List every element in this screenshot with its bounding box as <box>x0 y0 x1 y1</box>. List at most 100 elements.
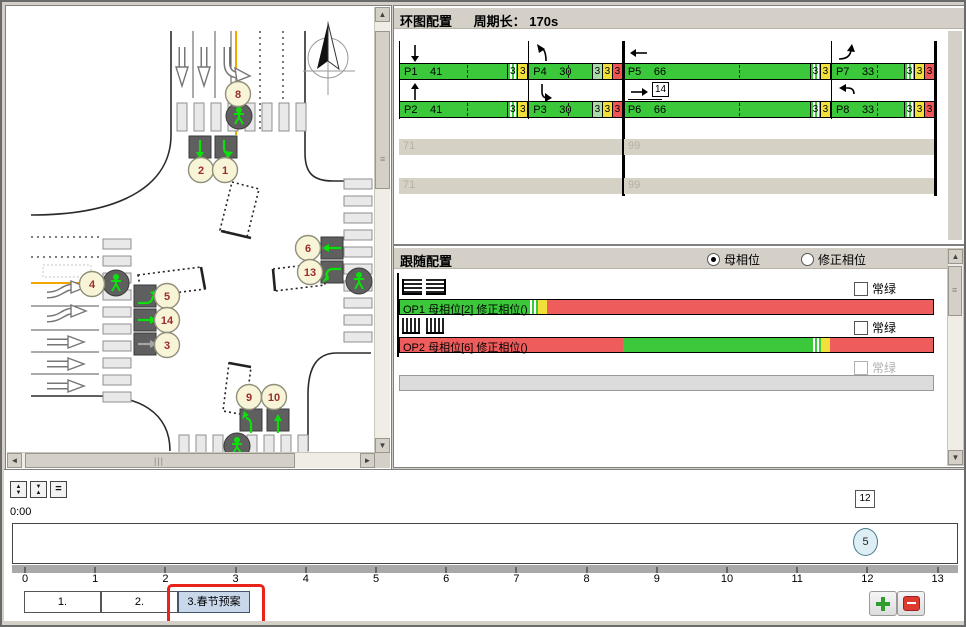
phase-bar-p2[interactable]: P24133 <box>399 101 528 118</box>
collapse-rows-button[interactable]: ▼▲ <box>30 481 47 498</box>
radio-selected-icon[interactable] <box>707 253 720 266</box>
phase-segment-flash[interactable]: 3 <box>507 102 517 117</box>
signal-number-4: 4 <box>89 279 96 291</box>
timeline-track[interactable] <box>12 523 958 564</box>
crosswalk-vertical-icon <box>426 318 444 334</box>
phase-bar-p1[interactable]: P14133 <box>399 63 528 80</box>
p6-underline <box>628 99 662 100</box>
inactive-ring-segment: 99 <box>624 139 934 155</box>
phase-segment-yellow[interactable]: 3 <box>602 102 612 117</box>
phase-bar-p8[interactable]: P833333 <box>831 101 935 118</box>
ring-panel-title: 环图配置 <box>400 14 452 29</box>
equalize-button[interactable]: = <box>50 481 67 498</box>
follow-vscroll-thumb[interactable]: ≡ <box>948 266 962 316</box>
radio-mother-phase-label: 母相位 <box>724 251 760 268</box>
cycle-length-label: 周期长： <box>474 14 526 29</box>
phase-bar-p6[interactable]: P66633 <box>623 101 831 118</box>
scroll-left-icon[interactable]: ◄ <box>7 453 22 468</box>
phase-segment-red[interactable]: 3 <box>924 64 934 79</box>
checkbox-icon[interactable] <box>854 321 868 335</box>
inactive-ring-segment: 71 <box>399 139 622 155</box>
radio-unselected-icon[interactable] <box>801 253 814 266</box>
evergreen-label: 常绿 <box>872 280 896 297</box>
phase-segment-yellow[interactable]: 3 <box>517 64 527 79</box>
scale-label-11: 11 <box>791 573 802 585</box>
phase-segment-yellow[interactable]: 3 <box>914 64 924 79</box>
phase-segment-yellow[interactable]: 3 <box>820 102 830 117</box>
scale-label-10: 10 <box>721 573 733 585</box>
scroll-right-icon[interactable]: ► <box>360 453 375 468</box>
phase-segment-flash[interactable]: 3 <box>904 64 914 79</box>
intersection-map[interactable]: 82145143613910 <box>7 7 375 453</box>
scroll-down-icon[interactable]: ▼ <box>948 450 963 465</box>
scale-label-2: 2 <box>162 573 168 585</box>
follow-panel-header: 跟随配置 <box>394 248 966 269</box>
phase-bar-p7[interactable]: P733333 <box>831 63 935 80</box>
phase-arrow-p7-turn-icon <box>836 42 858 64</box>
phase-segment-pale[interactable]: 3 <box>592 64 602 79</box>
annotation-highlight-box <box>167 584 265 626</box>
phase-bar-p3[interactable]: P330333 <box>528 101 623 118</box>
crosswalk-east <box>344 179 372 342</box>
checkbox-icon[interactable] <box>854 282 868 296</box>
signal-number-9: 9 <box>246 392 252 404</box>
remove-plan-button[interactable] <box>897 591 925 616</box>
radio-corrected-phase[interactable]: 修正相位 <box>801 251 866 268</box>
radio-corrected-phase-label: 修正相位 <box>818 251 866 268</box>
phase-segment-flash[interactable]: 3 <box>810 64 820 79</box>
follow-vertical-scrollbar[interactable]: ▲ ≡ ▼ <box>947 248 964 466</box>
scroll-down-icon[interactable]: ▼ <box>375 438 390 453</box>
evergreen-checkbox-1[interactable]: 常绿 <box>854 280 896 297</box>
evergreen-checkbox-2[interactable]: 常绿 <box>854 319 896 336</box>
timeline-marker-circle[interactable]: 5 <box>853 528 878 556</box>
op-segment-yellow <box>821 338 830 352</box>
ring-separator <box>831 41 832 119</box>
phase-segment-pale[interactable]: 3 <box>592 102 602 117</box>
ring-panel-right-strip <box>948 31 962 240</box>
scroll-up-icon[interactable]: ▲ <box>948 249 963 264</box>
phase-segment-flash[interactable]: 3 <box>904 102 914 117</box>
op2-follow-bar[interactable]: OP2 母相位[6] 修正相位() <box>399 337 934 353</box>
phase-arrow-p1-down-icon <box>404 42 426 64</box>
phase-bar-p4[interactable]: P430333 <box>528 63 623 80</box>
signal-number-10: 10 <box>268 392 280 404</box>
scroll-up-icon[interactable]: ▲ <box>375 7 390 22</box>
evergreen-label: 常绿 <box>872 359 896 376</box>
op1-follow-bar[interactable]: OP1 母相位[2] 修正相位() <box>399 299 934 315</box>
phase-segment-flash[interactable]: 3 <box>507 64 517 79</box>
timeline-ruler-strip[interactable] <box>12 565 958 573</box>
stop-lines <box>201 231 275 367</box>
phase-segment-yellow[interactable]: 3 <box>517 102 527 117</box>
phase-segment-red[interactable]: 3 <box>612 64 622 79</box>
phase-segment-flash[interactable]: 3 <box>810 102 820 117</box>
phase-segment-red[interactable]: 3 <box>924 102 934 117</box>
barrier-line <box>622 41 625 196</box>
phase-segment-yellow[interactable]: 3 <box>914 102 924 117</box>
map-horizontal-scrollbar[interactable]: ◄ ||| ► <box>7 452 375 468</box>
app-window: 82145143613910 ▲ ≡ ▼ ◄ ||| ► 环图配置 周期长： 1… <box>0 0 966 627</box>
map-hscroll-thumb[interactable]: ||| <box>25 453 295 468</box>
phase-segment-yellow[interactable]: 3 <box>820 64 830 79</box>
map-vscroll-thumb[interactable]: ≡ <box>375 31 390 189</box>
scale-label-9: 9 <box>654 573 660 585</box>
map-vertical-scrollbar[interactable]: ▲ ≡ ▼ <box>374 7 390 453</box>
timeline-marker-box[interactable]: 12 <box>855 490 875 508</box>
barrier-line <box>934 41 937 196</box>
timeline-start-time: 0:00 <box>10 506 31 518</box>
empty-follow-slot <box>399 375 934 391</box>
follow-panel-title: 跟随配置 <box>400 254 452 269</box>
p6-marker-badge[interactable]: 14 <box>652 82 669 97</box>
signal-number-2: 2 <box>198 165 204 177</box>
expand-rows-button[interactable]: ▲▼ <box>10 481 27 498</box>
phase-segment-yellow[interactable]: 3 <box>602 64 612 79</box>
phase-segment-red[interactable]: 3 <box>612 102 622 117</box>
inactive-ring-segment: 99 <box>624 178 934 194</box>
plan-tab-1[interactable]: 1. <box>24 591 101 613</box>
phase-bar-p5[interactable]: P56633 <box>623 63 831 80</box>
scale-label-0: 0 <box>22 573 28 585</box>
evergreen-checkbox-3-disabled: 常绿 <box>854 359 896 376</box>
add-plan-button[interactable] <box>869 591 897 616</box>
minus-icon <box>903 596 920 611</box>
radio-mother-phase[interactable]: 母相位 <box>707 251 760 268</box>
signal-number-1: 1 <box>222 165 228 177</box>
